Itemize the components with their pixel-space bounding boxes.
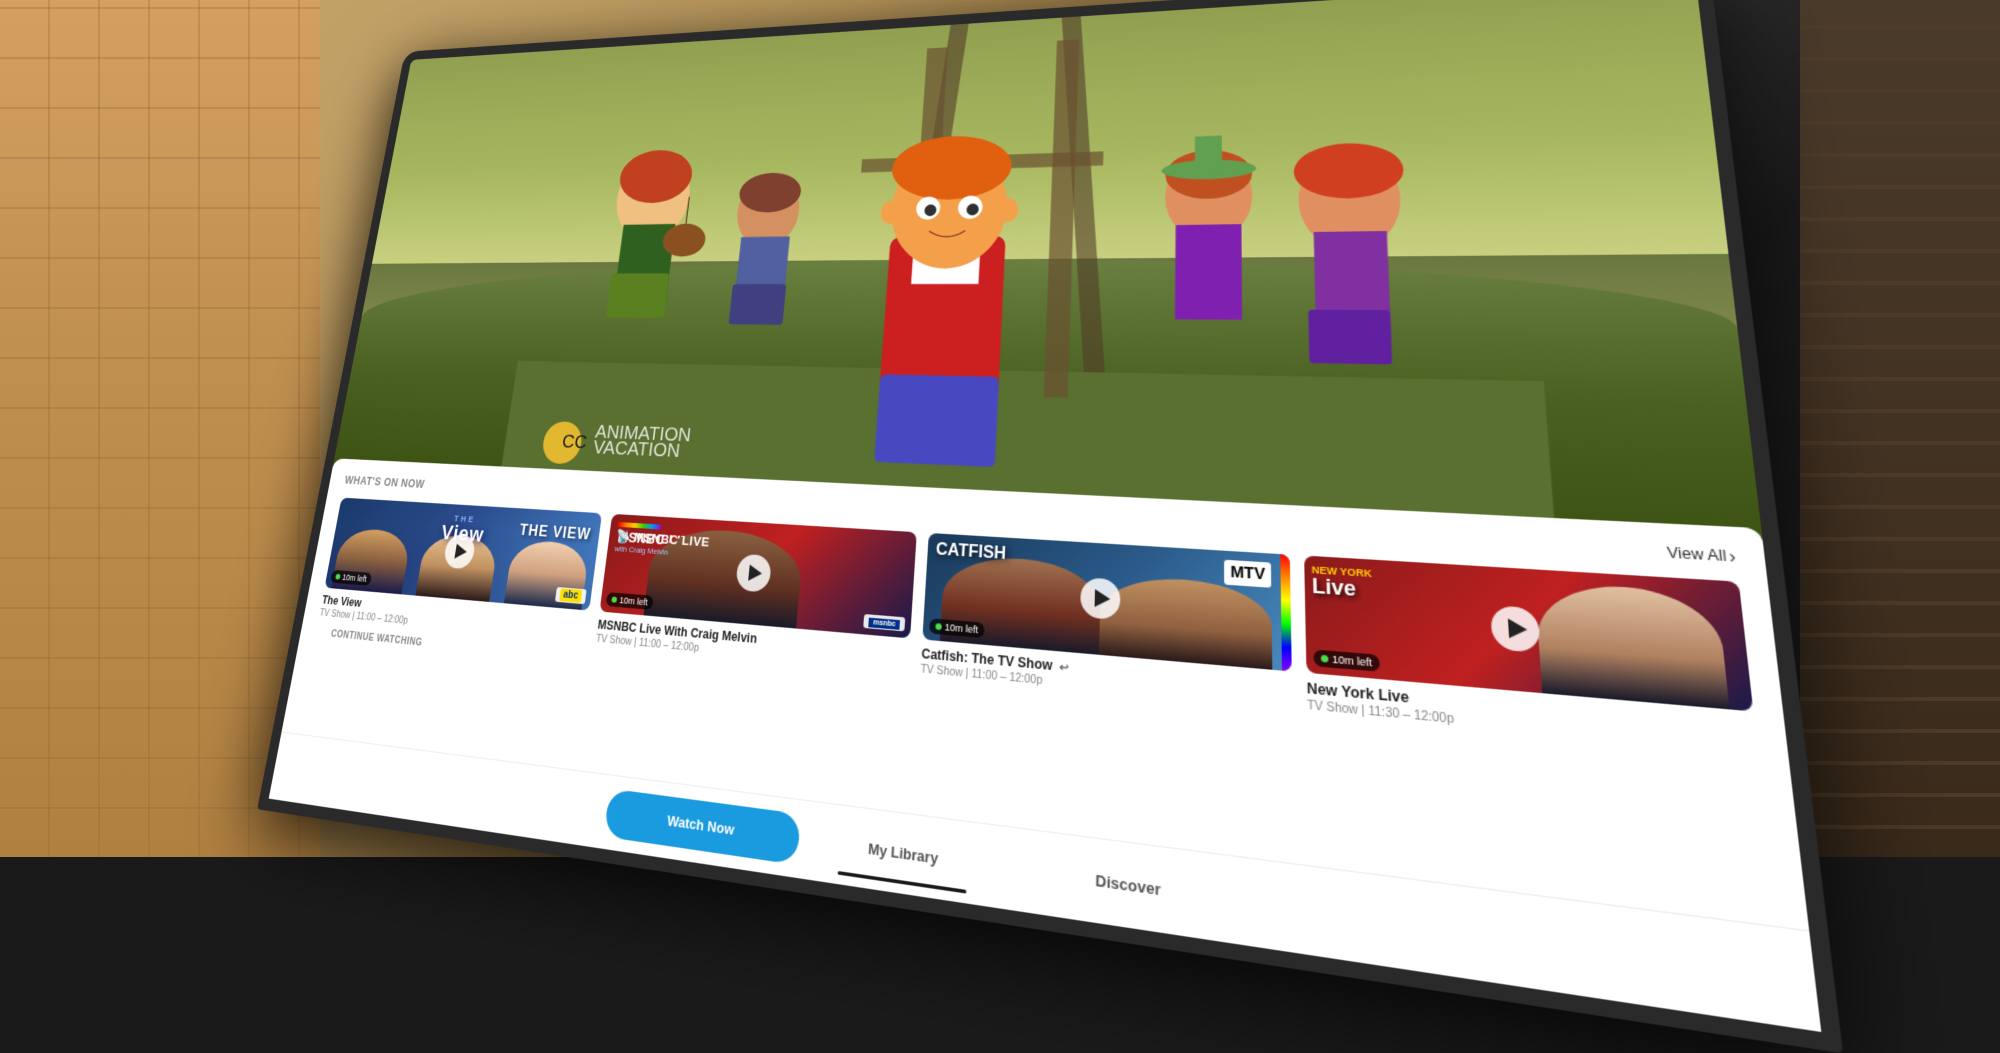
- nylive-logo: NEW YORK Live: [1312, 565, 1373, 600]
- laptop-device: CC ANIMATION VACATION WHAT'S ON NOW View…: [220, 0, 1820, 890]
- time-left-badge-nylive: 10m left: [1313, 650, 1380, 672]
- show-type-catfish: TV Show: [920, 664, 963, 680]
- card-thumbnail-msnbc[interactable]: 📡 MSNBC LIVE with Craig Melvin 10m left: [600, 514, 917, 639]
- abc-logo: abc: [559, 588, 582, 603]
- laptop-screen: CC ANIMATION VACATION WHAT'S ON NOW View…: [257, 0, 1843, 1053]
- nylive-person: [1534, 582, 1729, 710]
- show-card-the-view[interactable]: THE View: [319, 498, 602, 644]
- key-5: [834, 896, 865, 925]
- time-left-text-catfish: 10m left: [944, 622, 978, 636]
- svg-text:VACATION: VACATION: [592, 437, 681, 462]
- live-dot-catfish: [935, 623, 942, 630]
- time-left-text-msnbc: 10m left: [619, 595, 648, 607]
- show-type-msnbc: TV Show: [595, 634, 632, 649]
- section-title: WHAT'S ON NOW: [344, 474, 426, 491]
- key-3: [770, 886, 801, 914]
- time-left-text: 10m left: [342, 573, 368, 584]
- watch-now-label: Watch Now: [666, 812, 735, 838]
- discover-label: Discover: [1095, 871, 1161, 899]
- show-card-catfish[interactable]: CATFISH MTV: [920, 533, 1292, 711]
- show-time-the-view: 11:00 – 12:00p: [356, 612, 409, 627]
- show-card-msnbc[interactable]: 📡 MSNBC LIVE with Craig Melvin 10m left: [595, 514, 917, 675]
- key-4: [801, 891, 832, 919]
- catfish-person-1: [939, 554, 1101, 655]
- live-dot-nylive: [1321, 655, 1329, 663]
- key-11: [1038, 927, 1071, 958]
- svg-text:CC: CC: [560, 432, 587, 454]
- key-10: [1003, 922, 1036, 952]
- view-all-label: View All: [1666, 544, 1727, 565]
- msnbc-logo: 📡 MSNBC LIVE with Craig Melvin: [614, 522, 711, 560]
- key-8: [933, 911, 965, 941]
- key-1: [708, 877, 738, 905]
- repeat-icon: ↩: [1059, 662, 1069, 675]
- my-library-label: My Library: [867, 840, 938, 868]
- time-left-text-nylive: 10m left: [1332, 654, 1372, 669]
- key-12: [1075, 933, 1109, 964]
- show-type-nylive: TV Show: [1307, 700, 1358, 718]
- network-badge-abc: abc: [555, 587, 587, 604]
- live-dot: [335, 574, 341, 580]
- key-9: [968, 916, 1001, 946]
- mtv-logo: MTV: [1225, 560, 1272, 588]
- play-button-nylive[interactable]: [1490, 605, 1541, 653]
- view-all-arrow-icon: ›: [1728, 546, 1737, 566]
- live-dot-msnbc: [611, 597, 617, 603]
- ui-panel: WHAT'S ON NOW View All › THE View: [269, 458, 1822, 1032]
- view-all-button[interactable]: View All ›: [1666, 543, 1737, 567]
- network-badge-msnbc: msnbc: [864, 614, 906, 631]
- key-6: [866, 901, 898, 930]
- nylive-new-york-text: NEW YORK: [1312, 565, 1373, 579]
- key-2: [739, 881, 769, 909]
- show-card-nylive[interactable]: NEW YORK Live 10m left: [1304, 556, 1758, 756]
- person-1: [331, 527, 412, 594]
- key-7: [900, 906, 932, 935]
- time-left-badge-msnbc: 10m left: [605, 592, 653, 610]
- catfish-person-2: [1099, 574, 1272, 670]
- card-thumbnail-the-view[interactable]: THE View: [324, 498, 602, 611]
- mtv-text: MTV: [1230, 563, 1265, 583]
- nav-tab-discover[interactable]: Discover: [1011, 842, 1250, 931]
- show-type-the-view: TV Show: [319, 608, 352, 621]
- msnbc-badge: msnbc: [869, 618, 900, 630]
- shelf-background: [1800, 0, 2000, 857]
